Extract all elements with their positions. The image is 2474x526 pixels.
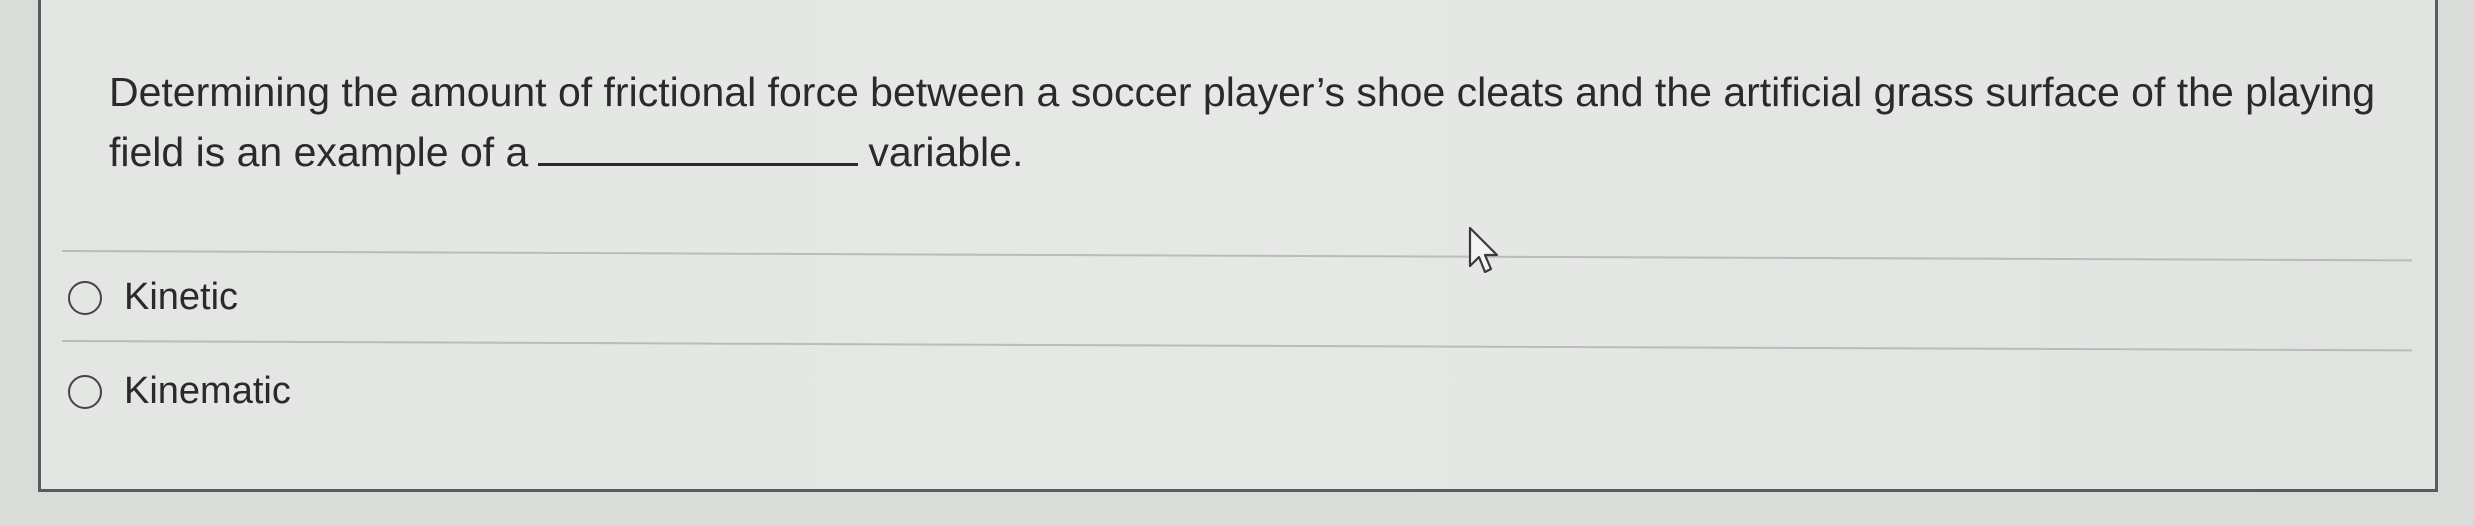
- option-kinematic[interactable]: Kinematic: [68, 370, 291, 413]
- question-card: Determining the amount of frictional for…: [38, 0, 2438, 492]
- option-label: Kinetic: [124, 276, 239, 318]
- answer-blank: [538, 129, 859, 166]
- option-kinetic[interactable]: Kinetic: [68, 276, 238, 319]
- question-text: Determining the amount of frictional for…: [109, 62, 2429, 182]
- question-text-after: variable.: [868, 129, 1024, 175]
- radio-unchecked-icon[interactable]: [68, 374, 102, 409]
- option-label: Kinematic: [124, 370, 291, 412]
- question-text-before: Determining the amount of frictional for…: [109, 69, 2376, 175]
- mouse-pointer-icon: [1468, 226, 1499, 274]
- radio-unchecked-icon[interactable]: [68, 280, 102, 315]
